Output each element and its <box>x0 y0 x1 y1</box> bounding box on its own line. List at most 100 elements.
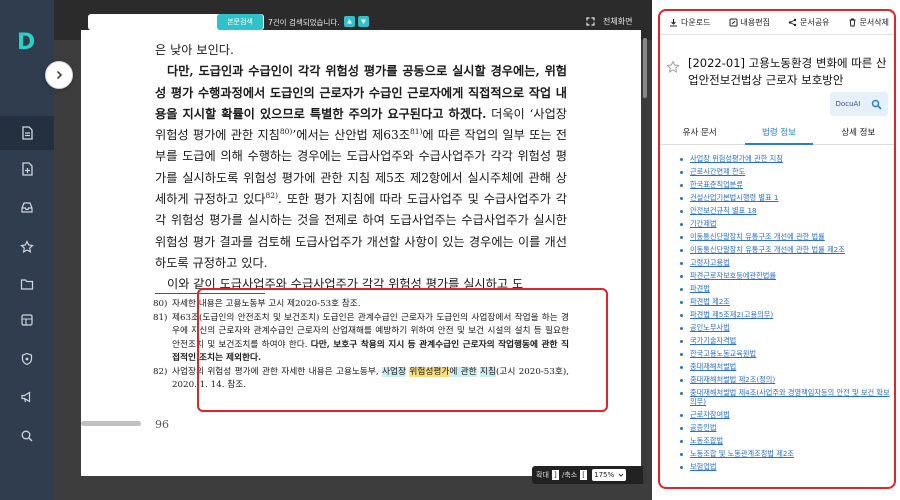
share-label: 문서공유 <box>800 18 830 27</box>
law-link[interactable]: 기간제법 <box>680 219 892 229</box>
law-link[interactable]: 공인노무사법 <box>680 323 892 333</box>
footnote-highlight-box <box>197 288 608 412</box>
paragraph-text: ’에서는 산안법 제63조 <box>292 128 410 143</box>
shield-icon <box>21 352 33 366</box>
zoom-controls: 확대 ] /축소 [ 175% <box>532 466 645 484</box>
file-add-icon <box>22 162 33 176</box>
zoom-in-label: 확대 <box>536 471 549 479</box>
sidebar-toggle-button[interactable] <box>45 61 73 89</box>
search-result-count: 7건이 검색되었습니다. <box>268 18 340 27</box>
horizontal-scrollbar[interactable] <box>81 421 141 426</box>
box-icon <box>21 314 33 326</box>
law-link[interactable]: 안전보건규칙 별표 18 <box>680 206 892 216</box>
footnote-number: 82) <box>153 367 168 378</box>
page-body-text: 은 낮아 보인다. 다만, 도급인과 수급인이 각각 위험성 평가를 공동으로 … <box>155 40 567 296</box>
megaphone-icon <box>21 391 31 403</box>
tab-law-info[interactable]: 법령 정보 <box>739 123 818 145</box>
favorite-star-icon[interactable] <box>666 60 680 74</box>
chevron-down-icon <box>618 473 624 477</box>
docuai-button[interactable]: DocuAI <box>830 92 888 116</box>
edit-content-label: 내용편집 <box>740 18 770 27</box>
law-link[interactable]: 국가기술자격법 <box>680 336 892 346</box>
next-result-button[interactable] <box>358 16 369 27</box>
vertical-scrollbar[interactable] <box>643 38 647 484</box>
law-link[interactable]: 이동통신단말장치 유통구조 개선에 관한 법률 제2조 <box>680 245 892 255</box>
law-link[interactable]: 파견법 <box>680 284 892 294</box>
document-viewer: 본문검색 7건이 검색되었습니다. 전체화면 은 낮아 보인다. 다만, 도급인… <box>54 0 652 500</box>
docuai-label: DocuAI <box>835 100 861 108</box>
download-icon <box>670 19 678 27</box>
nav-document[interactable] <box>0 116 54 150</box>
arrow-up-icon <box>347 19 352 24</box>
nav-box[interactable] <box>0 303 54 337</box>
footnote-ref[interactable]: 81) <box>410 127 422 136</box>
law-link[interactable]: 보험업법 <box>680 462 892 472</box>
law-link[interactable]: 근로시간면제 한도 <box>680 167 892 177</box>
law-link[interactable]: 이동통신단말장치 유통구조 개선에 관한 법률 <box>680 232 892 242</box>
arrow-down-icon <box>361 19 366 24</box>
panel-toolbar: 다운로드 내용편집 문서공유 문서삭제 <box>660 11 894 35</box>
footnote-ref[interactable]: 80) <box>280 127 292 136</box>
folder-icon <box>20 279 34 290</box>
share-button[interactable]: 문서공유 <box>788 17 829 28</box>
law-link[interactable]: 중대재해처벌법 <box>680 362 892 372</box>
zoom-select[interactable]: 175% <box>592 469 627 481</box>
delete-label: 문서삭제 <box>859 18 889 27</box>
zoom-out-button[interactable]: [ <box>580 470 588 480</box>
zoom-value: 175% <box>594 471 615 479</box>
zoom-in-button[interactable]: ] <box>551 470 559 480</box>
nav-search[interactable] <box>0 419 54 453</box>
law-link[interactable]: 공증인법 <box>680 423 892 433</box>
law-link[interactable]: 노동조합법 <box>680 436 892 446</box>
law-link[interactable]: 사업장 위험성평가에 관한 지침 <box>680 154 892 164</box>
law-link[interactable]: 근로자참여법 <box>680 410 892 420</box>
delete-button[interactable]: 문서삭제 <box>848 17 889 28</box>
inbox-icon <box>21 202 33 213</box>
document-info-panel: 다운로드 내용편집 문서공유 문서삭제 [2022-01] 고용노동환경 변화에… <box>658 9 896 489</box>
nav-favorites[interactable] <box>0 230 54 264</box>
law-link[interactable]: 파견근로자보호등에관한법률 <box>680 271 892 281</box>
law-link[interactable]: 노동조합 및 노동관계조정법 제2조 <box>680 449 892 459</box>
law-link[interactable]: 고령자고용법 <box>680 258 892 268</box>
nav-folder[interactable] <box>0 267 54 301</box>
footnote-number: 81) <box>153 313 168 324</box>
law-link[interactable]: 한국고용노동교육원법 <box>680 349 892 359</box>
star-icon <box>20 240 34 254</box>
download-button[interactable]: 다운로드 <box>669 17 710 28</box>
law-link[interactable]: 파견법 제5조제2(고용의무) <box>680 310 892 320</box>
download-label: 다운로드 <box>681 18 711 27</box>
page-number: 96 <box>155 418 169 431</box>
nav-file-add[interactable] <box>0 152 54 186</box>
edit-icon <box>729 18 738 27</box>
search-icon <box>872 99 883 110</box>
law-link[interactable]: 건설산업기본법시행령 별표 1 <box>680 193 892 203</box>
nav-security[interactable] <box>0 342 54 376</box>
law-link[interactable]: 파견법 제2조 <box>680 297 892 307</box>
edit-content-button[interactable]: 내용편집 <box>729 17 770 28</box>
law-list: 사업장 위험성평가에 관한 지침근로시간면제 한도한국표준직업분류건설산업기본법… <box>680 154 892 476</box>
fullscreen-button[interactable]: 전체화면 <box>586 16 632 27</box>
law-link[interactable]: 한국표준직업분류 <box>680 180 892 190</box>
footnote-number: 80) <box>153 299 168 309</box>
search-icon <box>21 430 33 442</box>
chevron-right-icon <box>56 70 63 80</box>
panel-tabs: 유사 문서 법령 정보 상세 정보 <box>660 123 894 145</box>
nav-notice[interactable] <box>0 380 54 414</box>
fullscreen-label: 전체화면 <box>603 17 633 26</box>
paragraph-continuation: 은 낮아 보인다. <box>155 43 234 57</box>
trash-icon <box>849 18 856 27</box>
expand-icon <box>586 17 595 26</box>
prev-result-button[interactable] <box>344 16 355 27</box>
nav-inbox[interactable] <box>0 190 54 224</box>
tab-details[interactable]: 상세 정보 <box>819 123 894 144</box>
zoom-out-label: /축소 <box>561 471 578 479</box>
paragraph-1: 다만, 도급인과 수급인이 각각 위험성 평가를 공동으로 실시할 경우에는, … <box>155 61 567 274</box>
share-icon <box>788 18 797 27</box>
footnote-ref[interactable]: 82) <box>266 191 278 200</box>
document-icon <box>22 126 33 140</box>
law-link[interactable]: 중대재해처벌법 제2조(정의) <box>680 375 892 385</box>
body-search-button[interactable]: 본문검색 <box>217 14 263 30</box>
tab-similar-docs[interactable]: 유사 문서 <box>660 123 739 144</box>
law-link[interactable]: 중대재해처벌법 제4조(사업주와 경영책임자등의 안전 및 보건 확보 의무) <box>680 388 892 407</box>
app-logo: D <box>17 30 36 55</box>
